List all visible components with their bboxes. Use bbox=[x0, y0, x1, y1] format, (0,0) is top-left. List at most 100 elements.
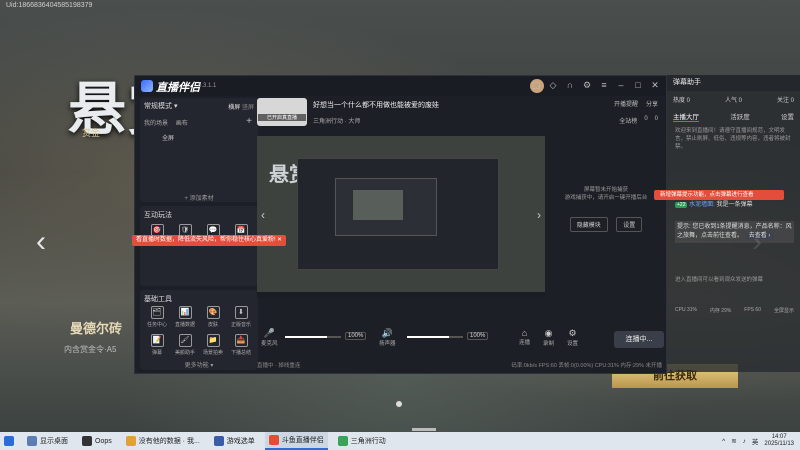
like-count: 0 bbox=[644, 116, 648, 122]
record-icon: ◉ bbox=[544, 328, 553, 338]
live-reminder-button[interactable]: 开播提醒 bbox=[614, 99, 638, 108]
tray-arrow-icon[interactable]: ^ bbox=[722, 438, 725, 445]
danmu-assistant-window: 弹幕助手 热度 0 人气 0 关注 0 主播大厅 活跃度 设置 欢迎来到直播间！… bbox=[667, 75, 800, 372]
taskbar-item[interactable]: 显示桌面 bbox=[23, 432, 72, 450]
tab-activity[interactable]: 活跃度 bbox=[730, 111, 750, 122]
menu-icon[interactable]: ≡ bbox=[599, 80, 609, 90]
wifi-icon[interactable]: ≋ bbox=[731, 437, 736, 445]
basic-tool-label: 美颜助手 bbox=[174, 350, 195, 356]
close-icon[interactable]: ✕ bbox=[650, 80, 660, 90]
clock-time: 14:07 bbox=[771, 434, 787, 440]
gift-icon[interactable]: ◇ bbox=[548, 80, 558, 90]
preview-taskbar bbox=[257, 292, 545, 298]
data-promo-banner[interactable]: 看直播时数据，降低流失风险，帮你稳住核心真爱粉! ✕ bbox=[132, 235, 286, 246]
taskbar-item-label: 没有他的数据 · 我... bbox=[138, 438, 200, 445]
footer-fullscreen[interactable]: 全屏显示 bbox=[774, 307, 794, 314]
preview-nested-canvas bbox=[353, 190, 403, 220]
notice-view-button[interactable]: 去查看 › bbox=[744, 233, 775, 239]
volume-icon[interactable]: ♪ bbox=[743, 438, 746, 445]
go-live-button[interactable]: 连播中... bbox=[614, 331, 664, 348]
record-control[interactable]: ◉ 录制 bbox=[543, 328, 554, 347]
add-scene-icon[interactable]: + bbox=[246, 116, 252, 127]
page-indicator bbox=[412, 428, 436, 431]
maximize-icon[interactable]: □ bbox=[633, 80, 643, 90]
tab-host-hall[interactable]: 主播大厅 bbox=[673, 111, 699, 122]
start-menu-icon[interactable] bbox=[0, 432, 21, 450]
basic-tool-label: 场景拍卖 bbox=[202, 350, 223, 356]
preview-prev-icon[interactable]: ‹ bbox=[261, 208, 265, 222]
taskbar-item[interactable]: 游戏选单 bbox=[210, 432, 259, 450]
basic-tool[interactable]: 🖌 美颜助手 bbox=[172, 334, 198, 356]
share-button[interactable]: 分享 bbox=[646, 99, 658, 108]
taskbar-item[interactable]: 三角洲行动 bbox=[334, 432, 390, 450]
link-live-control[interactable]: ⌂ 连播 bbox=[519, 328, 530, 346]
basic-tool[interactable]: 📁 场景拍卖 bbox=[200, 334, 226, 356]
preview-next-icon[interactable]: › bbox=[537, 208, 541, 222]
minimize-icon[interactable]: – bbox=[616, 80, 626, 90]
more-functions-button[interactable]: 更多功能 ▾ bbox=[140, 360, 258, 369]
basic-tool[interactable]: 🗂 任务中心 bbox=[144, 306, 170, 328]
basic-tool[interactable]: ⬇ 正版音乐 bbox=[228, 306, 254, 328]
capture-info-panel: 屏幕暂未开始捕获 游戏捕获中，请开启一键开播后台 隐藏模块 设置 bbox=[550, 136, 662, 298]
scene-label: 我的场景 bbox=[144, 121, 169, 127]
app-icon bbox=[213, 436, 224, 446]
scene-sub[interactable]: 画布 bbox=[176, 121, 188, 127]
status-left: 直播中 · 掉线重连 bbox=[257, 363, 301, 369]
speaker-icon: 🔊 bbox=[381, 328, 393, 338]
danmu-title[interactable]: 弹幕助手 bbox=[667, 75, 800, 91]
tab-settings[interactable]: 设置 bbox=[781, 111, 794, 122]
scene-panel: 常规模式 ▾ 横屏 竖屏 我的场景 画布 + 全屏 + 添加素材 bbox=[140, 98, 258, 202]
message-nick[interactable]: 水泥墙面: bbox=[689, 202, 715, 208]
basic-tool[interactable]: 📊 直播数据 bbox=[172, 306, 198, 328]
basic-tools: 🗂 任务中心 📊 直播数据 🎨 皮肤 ⬇ 正版音乐 📝 弹幕 🖌 美颜助手 📁 场景拍卖 📥 下播总结 bbox=[144, 306, 254, 356]
settings-control[interactable]: ⚙ 设置 bbox=[567, 328, 578, 347]
tab-portrait[interactable]: 竖屏 bbox=[242, 105, 254, 111]
follow-stat: 关注 0 bbox=[776, 98, 794, 104]
notice-card: 提示: 您已收到1条提醒消息，产品名称：风之旅舞，点击前往查看。 去查看 › bbox=[675, 221, 794, 243]
settings-icon[interactable]: ⚙ bbox=[582, 80, 592, 90]
taskbar-item[interactable]: 没有他的数据 · 我... bbox=[122, 432, 204, 450]
stream-preview[interactable]: 悬赏令 ‹ › bbox=[257, 136, 545, 298]
taskbar-item[interactable]: 斗鱼直播伴侣 bbox=[264, 432, 328, 450]
taskbar-item[interactable]: Oops bbox=[78, 432, 116, 450]
mode-selector[interactable]: 常规模式 ▾ bbox=[144, 101, 177, 111]
capture-hint: 游戏捕获中，请开启一键开播后台 bbox=[564, 195, 648, 201]
stream-category[interactable]: 三角洲行动 · 大师 bbox=[313, 116, 360, 125]
prev-arrow-icon[interactable]: ‹ bbox=[36, 225, 46, 259]
speaker-slider[interactable] bbox=[407, 336, 463, 338]
basic-tool-label: 正版音乐 bbox=[230, 322, 251, 328]
popularity-stat: 人气 0 bbox=[724, 98, 742, 104]
item-desc: 内含赏金令·A5 bbox=[64, 345, 117, 354]
danmu-notice-banner[interactable]: 新增弹幕提示功能，点击弹幕进行查看 bbox=[654, 190, 784, 200]
page-dot[interactable] bbox=[396, 401, 402, 407]
footer-mem: 内存 29% bbox=[709, 308, 732, 314]
mic-control[interactable]: 🎤 麦克风 bbox=[261, 328, 278, 347]
rank-button[interactable]: 全站榜 bbox=[619, 116, 637, 125]
capture-settings-button[interactable]: 设置 bbox=[616, 217, 643, 232]
basic-tool-label: 弹幕 bbox=[151, 350, 162, 356]
uid-label: Uid:1866836404585198379 bbox=[6, 2, 93, 9]
speaker-control[interactable]: 🔊 扬声器 bbox=[379, 328, 396, 347]
ime-lang[interactable]: 英 bbox=[752, 436, 759, 446]
mic-slider[interactable] bbox=[285, 336, 341, 338]
scene-item-fullscreen[interactable]: 全屏 bbox=[162, 133, 174, 142]
headset-icon[interactable]: ∩ bbox=[565, 80, 575, 90]
basic-tool[interactable]: 🎨 皮肤 bbox=[200, 306, 226, 328]
add-source-button[interactable]: + 添加素材 bbox=[140, 193, 258, 202]
cover-image[interactable] bbox=[257, 98, 307, 126]
title-bar[interactable]: 直播伴侣 6.3.1.1 ▢ ◇ ∩ ⚙ ≡ – □ ✕ bbox=[135, 76, 666, 96]
basic-tool[interactable]: 📝 弹幕 bbox=[144, 334, 170, 356]
clock[interactable]: 14:07 2025/11/13 bbox=[764, 434, 794, 448]
interact-title: 互动玩法 bbox=[144, 212, 172, 219]
chat-icon[interactable]: ▢ bbox=[531, 80, 541, 90]
capture-status: 屏幕暂未开始捕获 bbox=[583, 187, 628, 193]
banner-close-icon[interactable]: ✕ bbox=[277, 235, 282, 246]
tab-landscape[interactable]: 横屏 bbox=[228, 105, 240, 111]
taskbar-item-label: 显示桌面 bbox=[40, 438, 68, 445]
basic-tool-label: 直播数据 bbox=[174, 322, 195, 328]
message-text: 我是一条弹幕 bbox=[716, 202, 753, 208]
hide-module-button[interactable]: 隐藏模块 bbox=[569, 217, 608, 232]
mic-percent: 100% bbox=[345, 332, 367, 340]
stream-title[interactable]: 好想当一个什么都不用做也能被爱的废娃 bbox=[313, 100, 439, 110]
basic-tool[interactable]: 📥 下播总结 bbox=[228, 334, 254, 356]
